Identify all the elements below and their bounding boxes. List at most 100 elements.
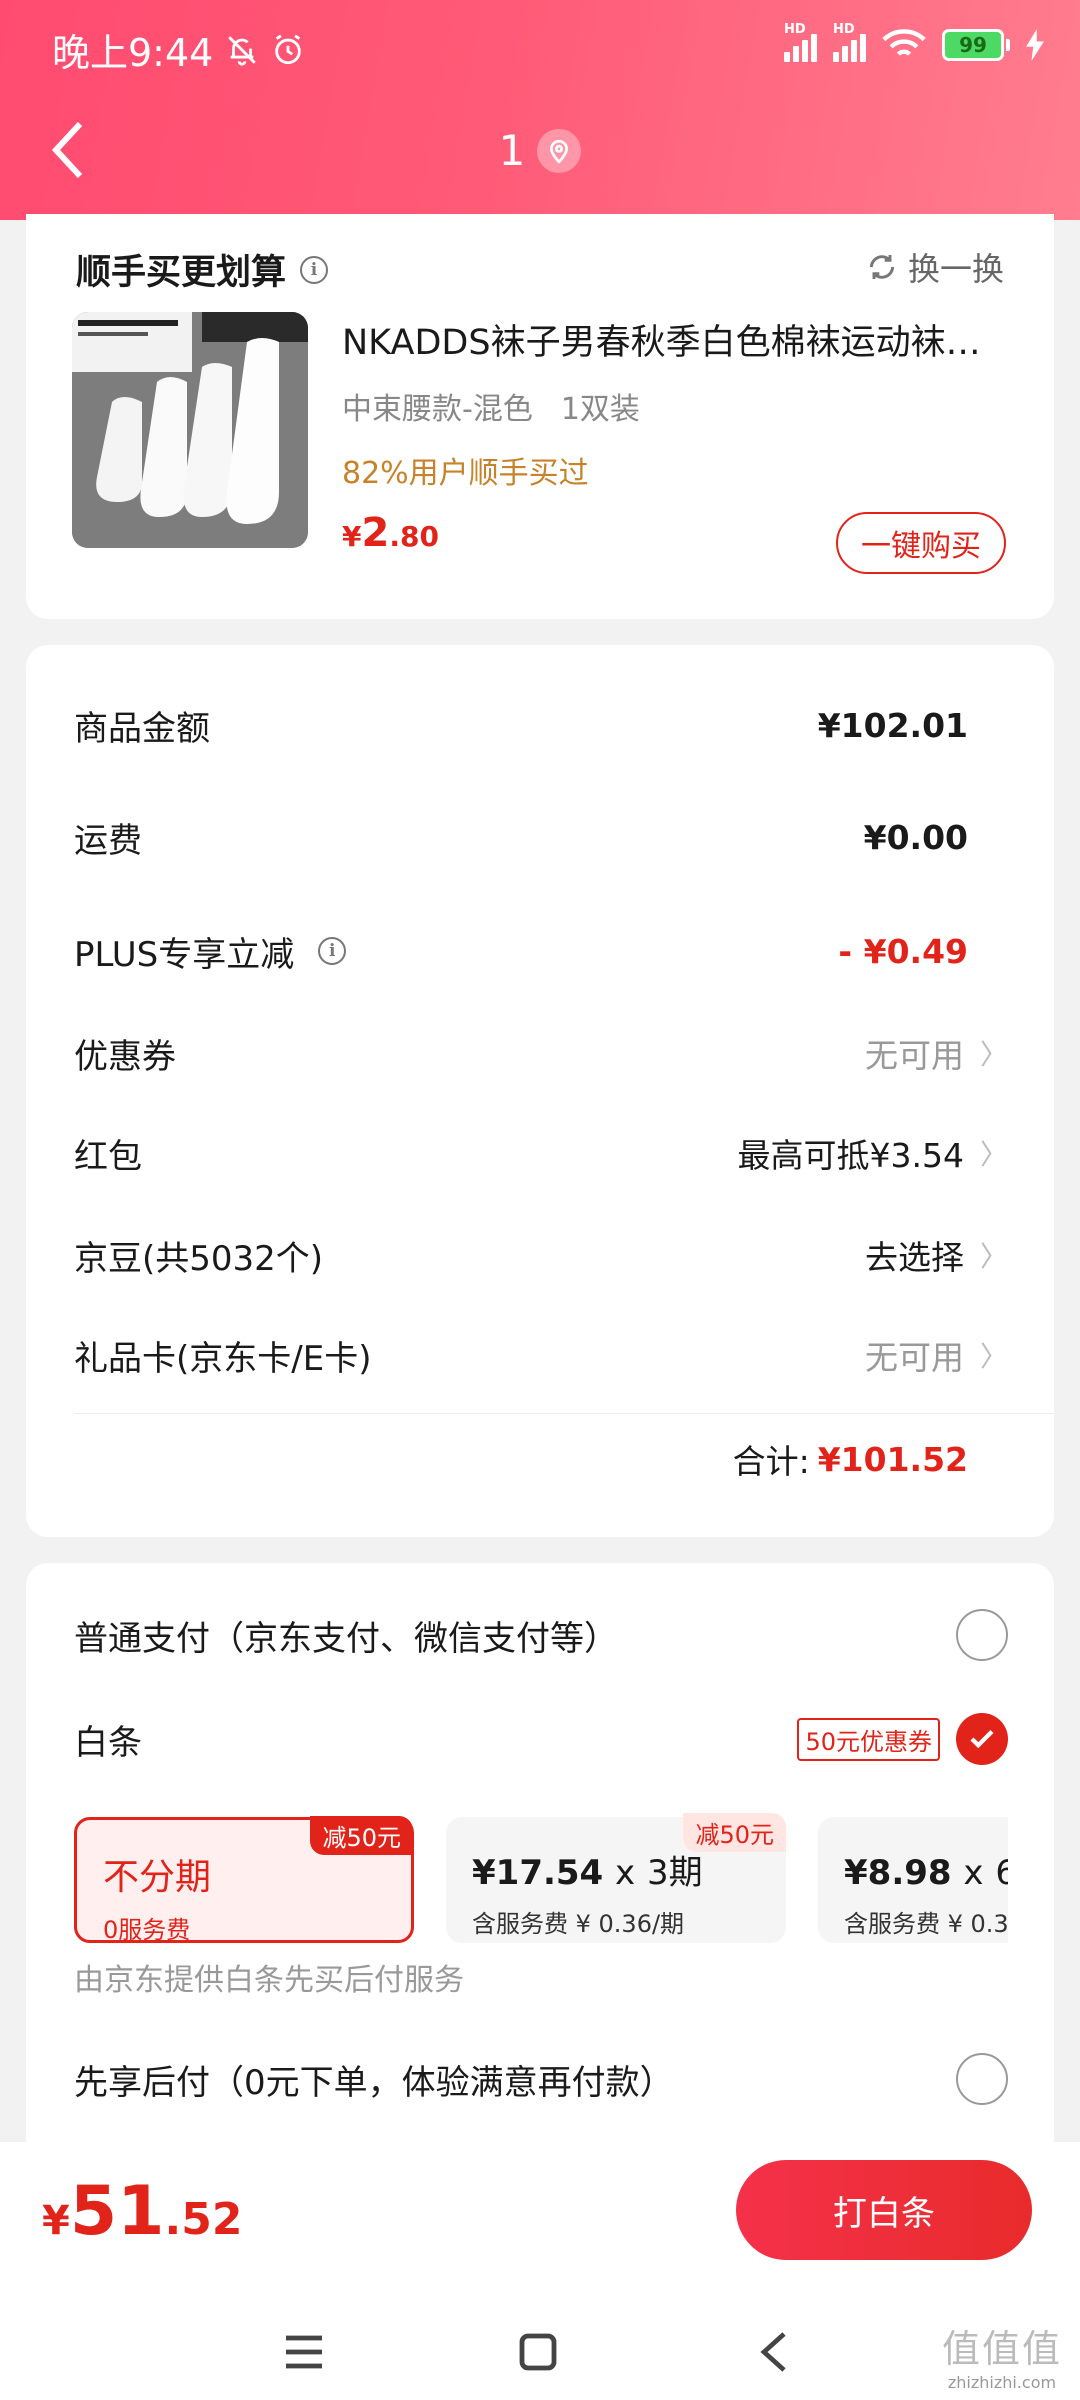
nav-title[interactable]: 1: [0, 126, 1080, 175]
signal-1-icon: HD: [784, 22, 817, 62]
plan-title: 不分期: [103, 1857, 212, 1898]
swap-label: 换一换: [907, 250, 1004, 288]
payment-card: 普通支付（京东支付、微信支付等） 白条 50元优惠券 不分期 0服务费 减50元…: [26, 1563, 1054, 2163]
address-label: 1: [498, 126, 526, 175]
product-image[interactable]: [72, 312, 308, 548]
plan-title: ¥8.98 x 6期: [844, 1845, 1008, 1894]
plan-times-sign: x: [963, 1853, 984, 1893]
pay-decimal: .52: [164, 2194, 243, 2245]
chevron-right-icon: 〉: [979, 1240, 1008, 1273]
addon-card: 顺手买更划算 i 换一换 NKADDS袜子男春秋季白色棉袜运动袜中筒 中束腰款-…: [26, 214, 1054, 619]
summary-row-shipping: 运费 ¥0.00: [74, 807, 968, 867]
addon-title: 顺手买更划算 i: [76, 244, 329, 295]
plan-amount: ¥17.54: [472, 1853, 604, 1893]
pay-normal-radio[interactable]: [956, 1609, 1008, 1661]
plan-sub: 含服务费 ¥ 0.3: [844, 1910, 1008, 1938]
signal-2-icon: HD: [833, 22, 866, 62]
addon-title-text: 顺手买更划算: [76, 253, 287, 293]
watermark: 值值值 zhizhizhi.com: [942, 2318, 1062, 2392]
back-nav-icon[interactable]: [744, 2322, 804, 2382]
summary-row-goods: 商品金额 ¥102.01: [74, 695, 968, 755]
pay-option-normal[interactable]: 普通支付（京东支付、微信支付等）: [74, 1609, 1008, 1661]
pay-normal-label: 普通支付（京东支付、微信支付等）: [74, 1618, 618, 1659]
plan-period: 6期: [995, 1853, 1008, 1893]
price-currency: ¥: [342, 520, 362, 553]
pay-option-later[interactable]: 先享后付（0元下单，体验满意再付款）: [74, 2053, 1008, 2105]
plan-6-installments[interactable]: ¥8.98 x 6期 含服务费 ¥ 0.3: [818, 1817, 1008, 1943]
info-icon[interactable]: i: [300, 255, 329, 284]
baitiao-provider-note: 由京东提供白条先买后付服务: [74, 1963, 464, 1998]
coupon-value: 无可用: [864, 1036, 964, 1075]
plan-3-installments[interactable]: ¥17.54 x 3期 含服务费 ¥ 0.36/期 减50元: [446, 1813, 786, 1943]
price-decimal: .80: [389, 520, 439, 553]
baitiao-right: 50元优惠券: [797, 1713, 1008, 1765]
product-spec-qty: 1双装: [560, 392, 640, 427]
swap-button[interactable]: 换一换: [866, 244, 1004, 290]
giftcard-label: 礼品卡(京东卡/E卡): [74, 1338, 372, 1379]
coupon-value-wrap: 无可用〉: [864, 1029, 1008, 1077]
pay-currency: ¥: [42, 2198, 70, 2244]
plan-period: 3期: [647, 1853, 703, 1893]
refresh-icon: [869, 255, 895, 279]
home-nav-icon[interactable]: [508, 2322, 568, 2382]
order-summary-card: 商品金额 ¥102.01 运费 ¥0.00 PLUS专享立减 i - ¥0.49…: [26, 645, 1054, 1537]
plus-info-icon[interactable]: i: [318, 937, 347, 965]
pay-baitiao-button[interactable]: 打白条: [736, 2160, 1032, 2260]
redpacket-value: 最高可抵¥3.54: [737, 1136, 964, 1175]
goods-amount-label: 商品金额: [74, 708, 210, 749]
plan-sub: 0服务费: [103, 1916, 191, 1944]
location-pin-icon: [537, 128, 582, 173]
summary-row-redpacket[interactable]: 红包 最高可抵¥3.54 〉: [74, 1123, 1008, 1183]
price-integer: 2: [361, 510, 390, 556]
plus-label: PLUS专享立减 i: [74, 927, 347, 976]
product-price: ¥2.80: [342, 510, 439, 556]
chevron-right-icon: 〉: [979, 1038, 1008, 1071]
pay-later-radio[interactable]: [956, 2053, 1008, 2105]
pay-integer: 51: [69, 2172, 165, 2251]
battery-level: 99: [942, 29, 1004, 61]
summary-row-giftcard[interactable]: 礼品卡(京东卡/E卡) 无可用〉: [74, 1325, 1008, 1385]
plan-title: ¥17.54 x 3期: [472, 1845, 760, 1894]
product-spec-style: 中束腰款-混色: [342, 392, 533, 427]
mute-bell-icon: [228, 35, 257, 66]
socks-image: [72, 312, 308, 548]
shipping-label: 运费: [74, 820, 142, 861]
watermark-logo: 值值值: [941, 2327, 1062, 2371]
plan-discount-badge: 减50元: [310, 1816, 413, 1855]
status-time: 晚上9:44: [52, 31, 214, 75]
summary-row-coupon[interactable]: 优惠券 无可用〉: [74, 1023, 1008, 1083]
divider: [74, 1413, 1054, 1414]
plan-times-sign: x: [615, 1853, 636, 1893]
plus-discount-value: - ¥0.49: [838, 931, 968, 971]
bottom-bar: ¥51.52 打白条: [0, 2142, 1080, 2400]
total-label: 合计:: [732, 1442, 810, 1481]
pay-later-label: 先享后付（0元下单，体验满意再付款）: [74, 2062, 674, 2103]
product-users: 82%用户顺手买过: [342, 456, 589, 491]
installment-plans: 不分期 0服务费 减50元 ¥17.54 x 3期 含服务费 ¥ 0.36/期 …: [74, 1813, 1008, 1945]
alarm-icon: [275, 34, 302, 64]
total-value: ¥101.52: [817, 1439, 968, 1479]
watermark-url: zhizhizhi.com: [947, 2373, 1057, 2392]
redpacket-label: 红包: [74, 1136, 142, 1177]
pay-option-baitiao[interactable]: 白条 50元优惠券: [74, 1713, 1008, 1765]
jingdou-value-wrap: 去选择〉: [865, 1231, 1008, 1279]
giftcard-value: 无可用: [864, 1338, 964, 1377]
summary-row-plus: PLUS专享立减 i - ¥0.49: [74, 921, 968, 981]
product-name[interactable]: NKADDS袜子男春秋季白色棉袜运动袜中筒: [342, 314, 1002, 365]
status-bar-left: 晚上9:44: [52, 22, 305, 77]
status-bar-right: HD HD 99: [784, 22, 1044, 62]
pay-baitiao-label: 白条: [74, 1722, 142, 1763]
top-header: 晚上9:44 HD HD 99 1: [0, 0, 1080, 220]
menu-nav-icon[interactable]: [274, 2322, 334, 2382]
chevron-right-icon: 〉: [979, 1138, 1008, 1171]
plus-label-text: PLUS专享立减: [74, 934, 295, 975]
charging-icon: [1026, 29, 1044, 61]
jingdou-label: 京豆(共5032个): [74, 1238, 324, 1279]
check-icon: [970, 1729, 994, 1749]
pay-baitiao-radio[interactable]: [956, 1713, 1008, 1765]
one-click-buy-button[interactable]: 一键购买: [836, 512, 1006, 574]
baitiao-coupon-badge: 50元优惠券: [797, 1717, 940, 1761]
plan-no-installment[interactable]: 不分期 0服务费 减50元: [74, 1816, 414, 1944]
summary-row-jingdou[interactable]: 京豆(共5032个) 去选择〉: [74, 1225, 1008, 1285]
plan-amount: ¥8.98: [844, 1853, 952, 1893]
